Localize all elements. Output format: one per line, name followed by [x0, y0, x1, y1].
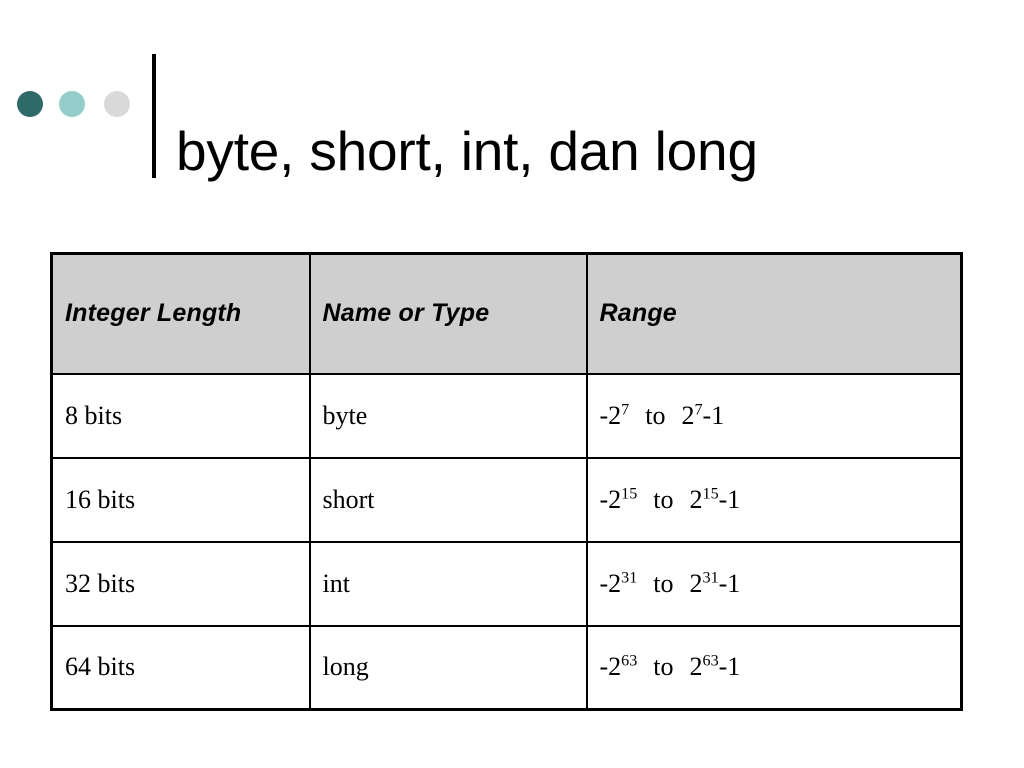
cell-integer-length: 16 bits — [50, 456, 311, 543]
table-row: 64 bits long -263 to 263-1 — [50, 624, 963, 711]
range-positive-exponent: 15 — [702, 484, 719, 502]
title-divider-rule — [152, 54, 156, 178]
range-negative-bound: -231 — [600, 569, 638, 599]
cell-integer-length: 8 bits — [50, 372, 311, 459]
range-negative-exponent: 31 — [621, 568, 638, 586]
cell-name-or-type: short — [308, 456, 588, 543]
range-positive-bound: 27-1 — [681, 401, 724, 431]
range-separator: to — [645, 400, 666, 430]
cell-name-or-type: int — [308, 540, 588, 627]
range-negative-bound: -215 — [600, 485, 638, 515]
table-row: 8 bits byte -27 to 27-1 — [50, 372, 963, 459]
range-separator: to — [653, 568, 674, 598]
integer-types-table-container: Integer Length Name or Type Range 8 bits… — [50, 252, 963, 711]
cell-integer-length: 32 bits — [50, 540, 311, 627]
range-positive-suffix: -1 — [718, 652, 741, 682]
table-body: 8 bits byte -27 to 27-1 16 bits short -215… — [50, 372, 963, 711]
range-positive-suffix: -1 — [718, 568, 741, 598]
table-row: 16 bits short -215 to 215-1 — [50, 456, 963, 543]
dot-light-gray-icon — [104, 91, 130, 117]
page-title: byte, short, int, dan long — [176, 119, 758, 182]
range-negative-exponent: 63 — [621, 652, 638, 670]
dot-light-teal-icon — [59, 91, 85, 117]
cell-range: -27 to 27-1 — [585, 372, 963, 459]
cell-range: -215 to 215-1 — [585, 456, 963, 543]
table-header: Integer Length Name or Type Range — [50, 252, 963, 375]
integer-types-table: Integer Length Name or Type Range 8 bits… — [50, 252, 963, 711]
range-positive-bound: 263-1 — [690, 652, 741, 682]
table-row: 32 bits int -231 to 231-1 — [50, 540, 963, 627]
table-header-row: Integer Length Name or Type Range — [50, 252, 963, 375]
range-separator: to — [653, 484, 674, 514]
range-negative-base: -2 — [599, 484, 622, 514]
range-negative-base: -2 — [599, 652, 622, 682]
cell-name-or-type: byte — [308, 372, 588, 459]
column-header-name-or-type: Name or Type — [308, 252, 588, 375]
cell-name-or-type: long — [308, 624, 588, 711]
range-positive-exponent: 31 — [702, 568, 719, 586]
range-negative-base: -2 — [599, 400, 622, 430]
dot-dark-teal-icon — [17, 91, 43, 117]
cell-range: -231 to 231-1 — [585, 540, 963, 627]
range-negative-exponent: 15 — [621, 484, 638, 502]
column-header-range: Range — [585, 252, 963, 375]
range-positive-exponent: 7 — [694, 400, 703, 418]
slide-header: byte, short, int, dan long — [0, 0, 1024, 200]
range-positive-bound: 231-1 — [690, 569, 741, 599]
range-positive-base: 2 — [689, 652, 703, 682]
range-positive-base: 2 — [681, 400, 695, 430]
cell-integer-length: 64 bits — [50, 624, 311, 711]
range-negative-exponent: 7 — [621, 400, 630, 418]
range-negative-base: -2 — [599, 568, 622, 598]
cell-range: -263 to 263-1 — [585, 624, 963, 711]
range-positive-suffix: -1 — [702, 400, 725, 430]
range-positive-base: 2 — [689, 484, 703, 514]
range-negative-bound: -263 — [600, 652, 638, 682]
column-header-integer-length: Integer Length — [50, 252, 311, 375]
range-positive-exponent: 63 — [702, 652, 719, 670]
range-separator: to — [653, 652, 674, 682]
decorative-dots-group — [15, 88, 145, 120]
range-negative-bound: -27 — [600, 401, 630, 431]
range-positive-suffix: -1 — [718, 484, 741, 514]
range-positive-base: 2 — [689, 568, 703, 598]
range-positive-bound: 215-1 — [690, 485, 741, 515]
